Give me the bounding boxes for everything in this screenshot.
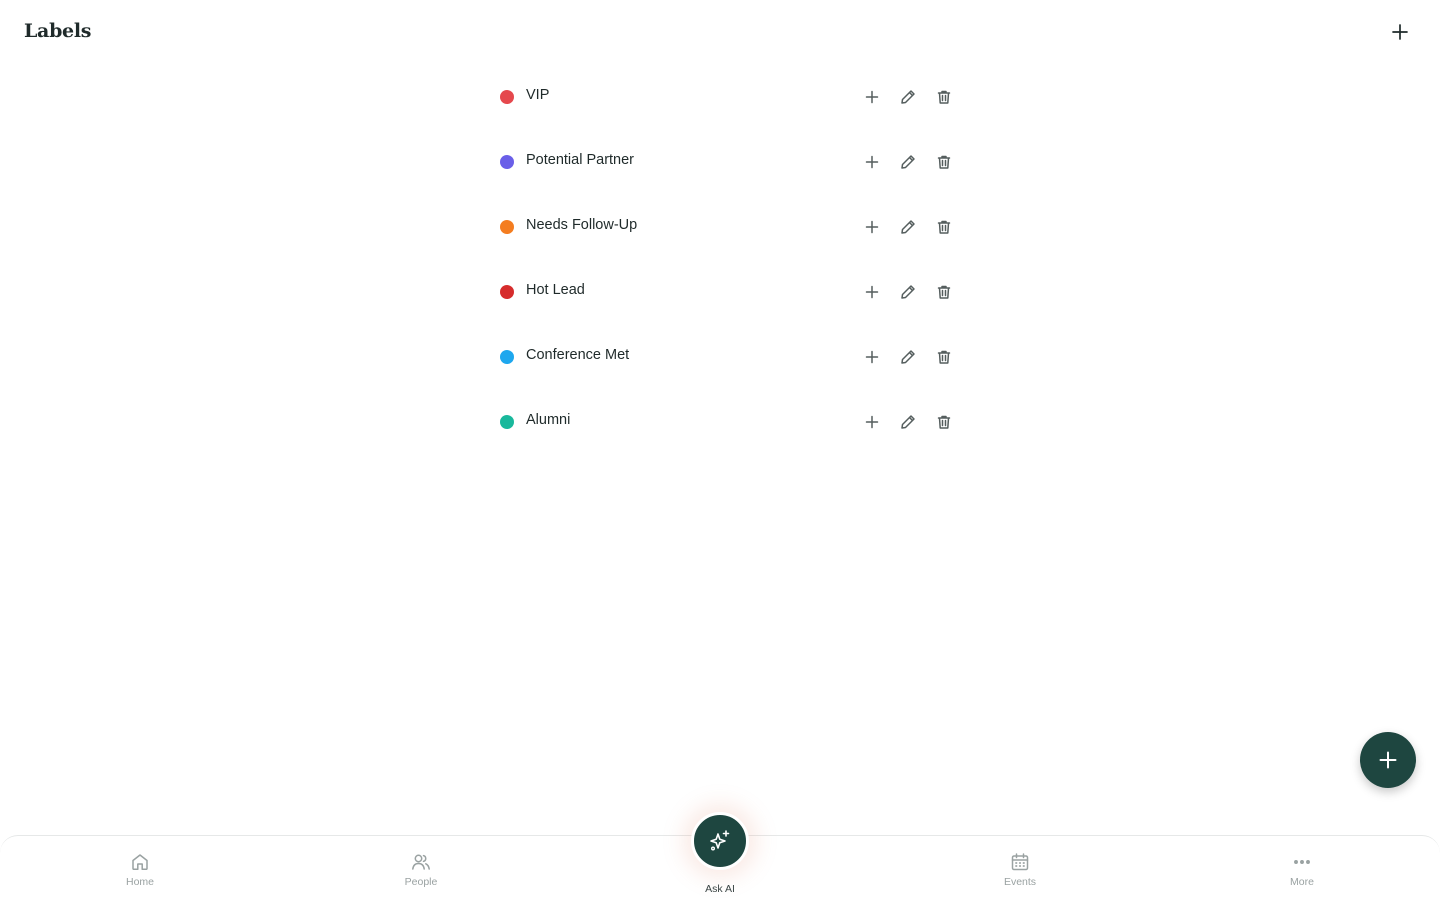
delete-label-button[interactable] [932,150,956,174]
label-list: VIP Potential Partner Needs Follow-Up Ho… [490,64,960,454]
label-name: Hot Lead [526,282,585,298]
label-row: Hot Lead [490,259,960,324]
trash-icon [937,285,951,299]
delete-label-button[interactable] [932,280,956,304]
nav-label: People [404,876,438,888]
home-icon [132,854,148,871]
label-name: Conference Met [526,347,630,363]
nav-home[interactable]: Home [100,852,180,888]
plus-icon [865,285,879,299]
label-color-dot [500,415,514,429]
trash-icon [937,90,951,104]
delete-label-button[interactable] [932,345,956,369]
label-color-dot [500,90,514,104]
calendar-icon [1011,853,1029,871]
add-to-label-button[interactable] [860,410,884,434]
nav-events[interactable]: Events [980,852,1060,888]
plus-icon [865,350,879,364]
row-actions [860,410,956,434]
floating-add-button[interactable] [1360,732,1416,788]
plus-icon [865,155,879,169]
sparkle-icon [710,830,730,851]
header: Labels [0,0,1440,64]
add-label-button[interactable] [1386,18,1414,46]
add-to-label-button[interactable] [860,280,884,304]
label-name: Potential Partner [526,152,635,168]
pencil-icon [901,90,915,104]
add-to-label-button[interactable] [860,150,884,174]
pencil-icon [901,155,915,169]
plus-icon [865,220,879,234]
label-color-dot [500,350,514,364]
trash-icon [937,155,951,169]
edit-label-button[interactable] [896,215,920,239]
edit-label-button[interactable] [896,410,920,434]
trash-icon [937,415,951,429]
nav-ask-ai[interactable]: Ask AI [680,812,760,895]
nav-label: Home [125,876,154,888]
label-name: VIP [526,87,550,103]
edit-label-button[interactable] [896,345,920,369]
nav-label: More [1290,876,1314,888]
pencil-icon [901,285,915,299]
row-actions [860,280,956,304]
row-actions [860,85,956,109]
plus-icon [1379,751,1397,769]
label-row: Potential Partner [490,129,960,194]
row-actions [860,150,956,174]
edit-label-button[interactable] [896,280,920,304]
plus-icon [865,90,879,104]
plus-icon [1392,24,1408,40]
more-icon [1294,860,1310,864]
label-color-dot [500,155,514,169]
trash-icon [937,220,951,234]
row-actions [860,345,956,369]
nav-more[interactable]: More [1262,852,1342,888]
nav-people[interactable]: People [381,852,461,888]
nav-label: Events [1003,876,1037,888]
ask-ai-button[interactable] [691,812,749,870]
label-row: Alumni [490,389,960,454]
delete-label-button[interactable] [932,215,956,239]
delete-label-button[interactable] [932,410,956,434]
label-color-dot [500,220,514,234]
label-row: Needs Follow-Up [490,194,960,259]
delete-label-button[interactable] [932,85,956,109]
add-to-label-button[interactable] [860,215,884,239]
pencil-icon [901,415,915,429]
label-row: VIP [490,64,960,129]
add-to-label-button[interactable] [860,85,884,109]
label-row: Conference Met [490,324,960,389]
edit-label-button[interactable] [896,150,920,174]
pencil-icon [901,220,915,234]
label-name: Alumni [526,412,571,428]
nav-label: Ask AI [705,883,735,895]
people-icon [412,854,430,870]
label-color-dot [500,285,514,299]
label-name: Needs Follow-Up [526,217,638,233]
page-title: Labels [24,20,92,42]
plus-icon [865,415,879,429]
trash-icon [937,350,951,364]
row-actions [860,215,956,239]
pencil-icon [901,350,915,364]
add-to-label-button[interactable] [860,345,884,369]
edit-label-button[interactable] [896,85,920,109]
